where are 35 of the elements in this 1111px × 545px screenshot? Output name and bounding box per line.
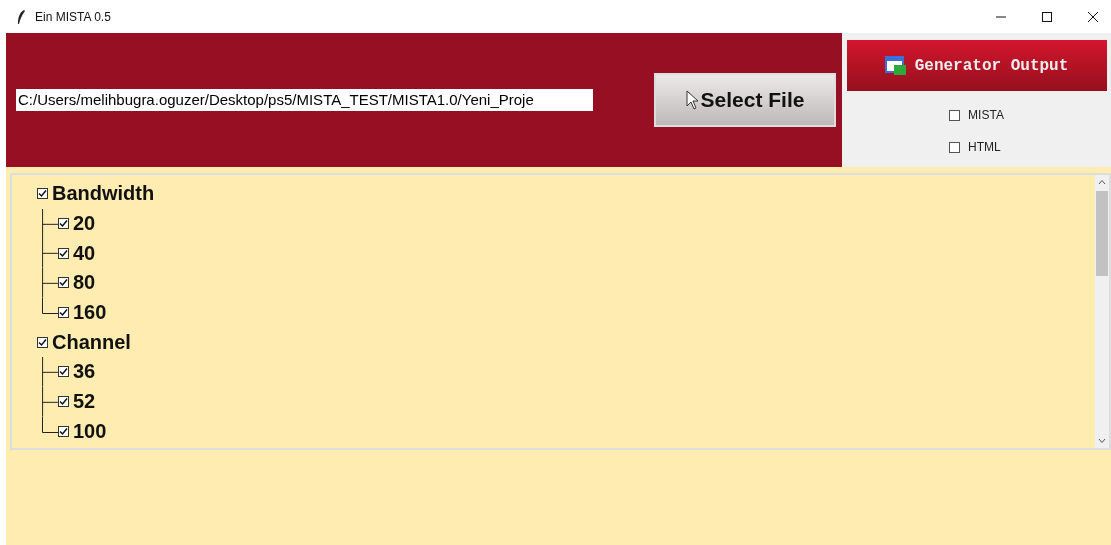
- cursor-icon: [685, 90, 700, 110]
- tree-checkbox[interactable]: [58, 425, 69, 437]
- tree-checkbox[interactable]: [58, 307, 69, 319]
- tree-label[interactable]: 40: [73, 241, 96, 265]
- tree-checkbox[interactable]: [37, 336, 48, 348]
- tree-checkbox[interactable]: [37, 188, 48, 200]
- tree-line: [42, 357, 58, 387]
- tree-checkbox[interactable]: [58, 277, 69, 289]
- tree-label[interactable]: 80: [73, 271, 96, 295]
- option-checkbox[interactable]: HTML: [949, 140, 1004, 154]
- window-icon: [884, 55, 907, 76]
- tree-label[interactable]: 36: [73, 360, 96, 384]
- window-title: Ein MISTA 0.5: [35, 9, 111, 24]
- tree-line: [42, 238, 58, 269]
- maximize-icon[interactable]: [1041, 10, 1053, 23]
- tree-label[interactable]: Channel: [52, 330, 131, 354]
- select-file-button[interactable]: Select File: [654, 73, 836, 127]
- scroll-up-icon[interactable]: [1098, 179, 1106, 185]
- option-checkbox[interactable]: MISTA: [949, 108, 1004, 122]
- tree-checkbox[interactable]: [58, 247, 69, 259]
- generator-output-button[interactable]: Generator Output: [846, 40, 1107, 91]
- tree-label[interactable]: 160: [73, 301, 107, 325]
- feather-icon: [16, 8, 26, 25]
- tree-label[interactable]: 52: [73, 390, 96, 414]
- tree-label[interactable]: 100: [73, 419, 107, 443]
- path-field[interactable]: C:/Users/melihbugra.oguzer/Desktop/ps5/MISTA_TEST/MISTA1.0/Yeni_Proje: [16, 89, 593, 111]
- scrollbar[interactable]: [1095, 175, 1109, 448]
- tree-label[interactable]: 20: [73, 212, 96, 236]
- tree-checkbox[interactable]: [58, 218, 69, 230]
- tree-label[interactable]: Bandwidth: [52, 182, 155, 206]
- close-icon[interactable]: [1087, 10, 1099, 23]
- scroll-down-icon[interactable]: [1098, 438, 1106, 444]
- tree-checkbox[interactable]: [58, 396, 69, 408]
- tree-line: [42, 208, 58, 239]
- tree-checkbox[interactable]: [58, 366, 69, 378]
